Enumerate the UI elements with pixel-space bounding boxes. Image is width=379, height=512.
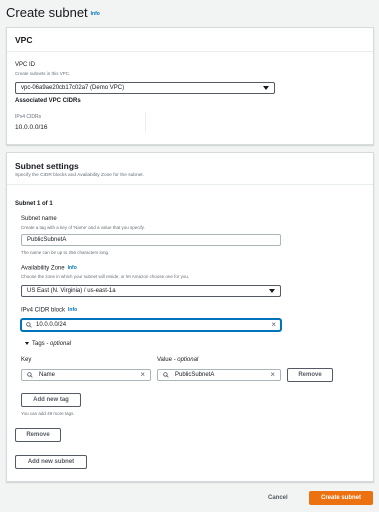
add-new-subnet-button[interactable]: Add new subnet [15,455,87,469]
associated-cidrs-heading: Associated VPC CIDRs [15,98,81,104]
subnet-settings-panel: Subnet settings Specify the CIDR blocks … [6,152,374,482]
subnet-heading: Subnet 1 of 1 [15,201,53,207]
subnet-settings-title: Subnet settings [15,161,79,171]
az-label-text: Availability Zone [21,265,65,272]
value-label: Value - optional [157,357,198,363]
cidr-info-link[interactable]: Info [68,307,77,313]
vpc-id-select[interactable]: vpc-06a9ae20cb17c02a7 (Demo VPC) [15,82,275,94]
cidr-value: 10.0.0.0/24 [36,322,67,328]
az-value: US East (N. Virginia) / us-east-1a [27,288,116,294]
az-label: Availability Zone Info [21,265,77,272]
divider [145,112,146,132]
az-select[interactable]: US East (N. Virginia) / us-east-1a [21,285,281,297]
vpc-panel: VPC VPC ID Create subnets in this VPC. v… [6,27,374,145]
tags-optional: - optional [44,341,72,347]
tags-toggle[interactable]: Tags - optional [25,341,71,347]
caret-down-icon [25,341,29,345]
key-label: Key [21,357,32,363]
add-new-tag-button[interactable]: Add new tag [21,393,81,407]
az-desc: Choose the zone in which your subnet wil… [21,274,190,279]
tags-hint: You can add 49 more tags. [21,411,75,416]
clear-icon[interactable]: × [271,321,276,329]
value-optional: - optional [171,357,199,363]
tags-label: Tags [32,341,45,347]
subnet-settings-header: Subnet settings Specify the CIDR blocks … [7,153,373,185]
clear-icon[interactable]: × [270,371,275,379]
tag-key-value: Name [39,372,56,378]
vpc-panel-title: VPC [15,35,33,45]
subnet-name-value: PublicSubnetA [27,237,67,243]
remove-subnet-button[interactable]: Remove [15,428,61,442]
cidr-label-text: IPv4 CIDR block [21,307,66,314]
cidr-input[interactable]: 10.0.0.0/24 × [21,319,281,331]
tag-value-input[interactable]: PublicSubnetA × [157,369,281,381]
chevron-down-icon [269,289,275,293]
subnet-name-input[interactable]: PublicSubnetA [21,234,281,246]
chevron-down-icon [263,86,269,90]
page-title: Create subnet Info [6,5,100,20]
vpc-id-value: vpc-06a9ae20cb17c02a7 (Demo VPC) [21,85,125,91]
subnet-settings-desc: Specify the CIDR blocks and Availability… [15,173,144,178]
tag-value-value: PublicSubnetA [175,372,215,378]
subnet-name-hint: The name can be up to 256 characters lon… [21,250,110,255]
search-icon [27,372,33,378]
subnet-name-desc: Create a tag with a key of 'Name' and a … [21,225,145,230]
ipv4-cidrs-value: 10.0.0.0/16 [15,124,48,131]
vpc-id-label: VPC ID [15,62,36,68]
info-link[interactable]: Info [91,11,100,17]
az-info-link[interactable]: Info [68,265,77,271]
vpc-panel-header: VPC [7,28,373,52]
tag-key-input[interactable]: Name × [21,369,151,381]
remove-tag-button[interactable]: Remove [287,368,333,382]
cancel-button[interactable]: Cancel [268,495,288,501]
clear-icon[interactable]: × [140,371,145,379]
ipv4-cidrs-label: IPv4 CIDRs [15,114,42,120]
value-label-text: Value [157,357,172,363]
subnet-name-label: Subnet name [21,216,57,222]
vpc-id-desc: Create subnets in this VPC. [15,71,71,76]
page-title-text: Create subnet [6,5,88,20]
search-icon [26,322,32,328]
search-icon [163,372,169,378]
cidr-label: IPv4 CIDR block Info [21,307,77,314]
create-subnet-button[interactable]: Create subnet [309,491,373,505]
